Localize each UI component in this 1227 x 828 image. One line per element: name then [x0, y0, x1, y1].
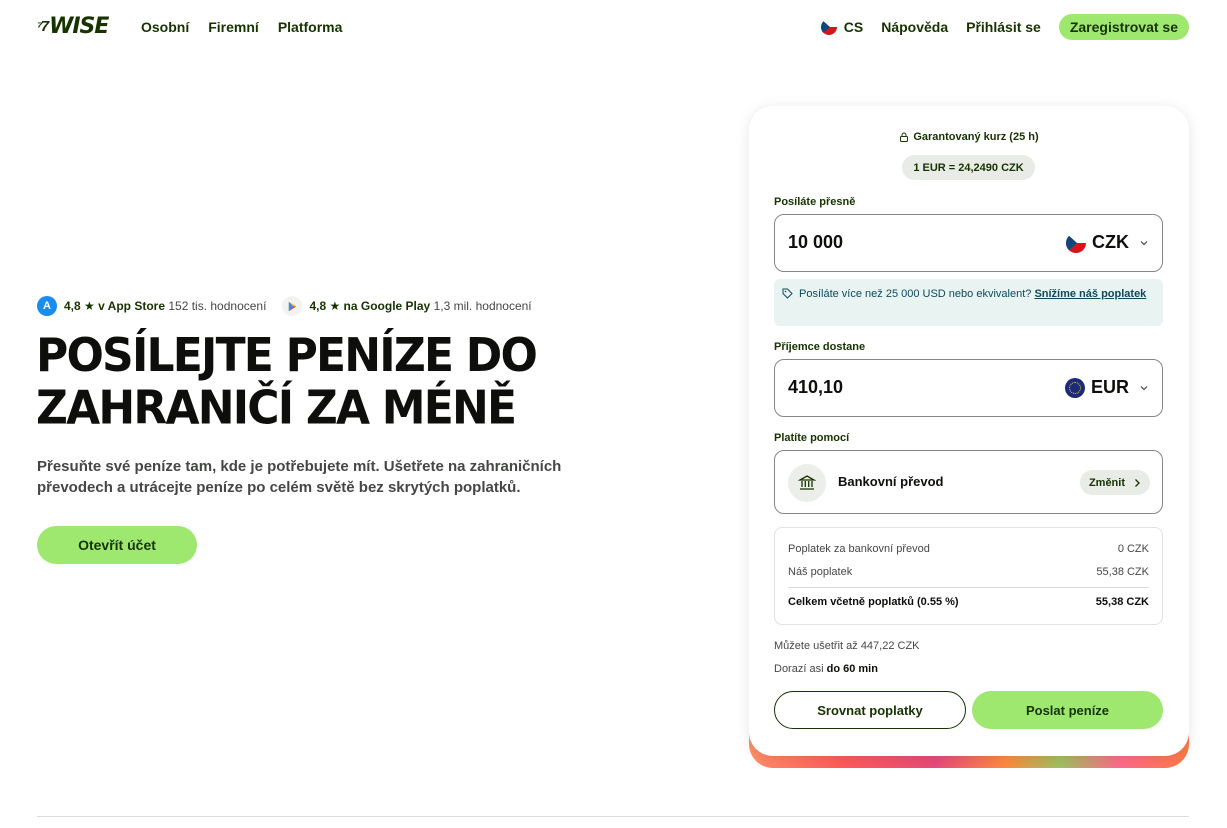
hero-title: POSÍLEJTE PENÍZE DO ZAHRANIČÍ ZA MÉNĚ [36, 328, 538, 435]
login-link[interactable]: Přihlásit se [966, 19, 1041, 35]
googleplay-rating[interactable]: 4,8 ★ na Google Play 1,3 mil. hodnocení [282, 296, 532, 316]
google-play-icon [282, 296, 303, 316]
guaranteed-rate-label: Garantovaný kurz (25 h) [749, 131, 1189, 143]
payment-method-value: Bankovní převod [838, 474, 944, 489]
fee-row: Náš poplatek 55,38 CZK [788, 566, 1149, 578]
savings-text: Můžete ušetřit až 447,22 CZK [774, 640, 920, 652]
lock-icon [900, 132, 909, 142]
guaranteed-rate-text: Garantovaný kurz (25 h) [913, 131, 1039, 143]
section-divider [37, 816, 1189, 817]
chevron-right-icon [1135, 478, 1140, 487]
appstore-rating-count: 152 tis. hodnocení [168, 299, 267, 313]
help-link[interactable]: Nápověda [881, 19, 948, 35]
transfer-calculator: Garantovaný kurz (25 h) 1 EUR = 24,2490 … [749, 106, 1189, 756]
fee-label: Poplatek za bankovní převod [788, 543, 930, 555]
app-ratings: A 4,8 ★ v App Store 152 tis. hodnocení 4… [37, 296, 548, 316]
nav-item-platforma[interactable]: Platforma [278, 19, 343, 35]
fee-total-label: Celkem včetně poplatků (0.55 %) [788, 596, 959, 608]
large-transfer-notice: Posíláte více než 25 000 USD nebo ekviva… [774, 279, 1163, 326]
language-code: CS [843, 19, 864, 35]
send-currency-selector[interactable]: CZK [1066, 232, 1149, 253]
nav-item-osobni[interactable]: Osobní [141, 19, 189, 35]
wise-logo-text: WISE [49, 13, 109, 39]
open-account-button[interactable]: Otevřít účet [37, 526, 197, 564]
send-amount-label: Posíláte přesně [774, 196, 856, 208]
bank-icon [788, 464, 826, 502]
appstore-rating[interactable]: A 4,8 ★ v App Store 152 tis. hodnocení [37, 296, 266, 316]
receive-amount-input[interactable]: 410,10 [788, 377, 843, 398]
receive-amount-field[interactable]: 410,10 EUR [774, 359, 1163, 417]
chevron-down-icon [1140, 385, 1148, 390]
notice-text: Posíláte více než 25 000 USD nebo ekviva… [799, 288, 1032, 300]
compare-fees-button[interactable]: Srovnat poplatky [774, 691, 966, 729]
main-nav: Osobní Firemní Platforma [141, 19, 342, 35]
fee-row: Poplatek za bankovní převod 0 CZK [788, 543, 1149, 555]
register-button[interactable]: Zaregistrovat se [1058, 14, 1189, 40]
eu-flag-icon [1064, 377, 1085, 398]
change-payment-button[interactable]: Změnit [1079, 470, 1150, 495]
receive-currency-selector[interactable]: EUR [1064, 377, 1149, 398]
wise-logo[interactable]: ⁷7 WISE [37, 13, 109, 39]
header-actions: CS Nápověda Přihlásit se Zaregistrovat s… [820, 14, 1189, 40]
payment-method-field[interactable]: Bankovní převod Změnit [774, 450, 1163, 514]
fee-breakdown: Poplatek za bankovní převod 0 CZK Náš po… [774, 527, 1163, 625]
fee-total-row: Celkem včetně poplatků (0.55 %) 55,38 CZ… [788, 596, 1149, 608]
fee-divider [788, 587, 1149, 588]
payment-method-label: Platíte pomocí [774, 432, 850, 444]
arrival-estimate: Dorazí asi do 60 min [774, 663, 878, 675]
language-selector[interactable]: CS [820, 19, 864, 35]
googleplay-rating-count: 1,3 mil. hodnocení [433, 299, 532, 313]
googleplay-rating-value: 4,8 ★ na Google Play [309, 299, 431, 313]
czech-flag-icon [820, 19, 837, 35]
exchange-rate-pill[interactable]: 1 EUR = 24,2490 CZK [902, 155, 1035, 180]
fee-total-value: 55,38 CZK [1095, 596, 1149, 608]
appstore-rating-value: 4,8 ★ v App Store [64, 299, 166, 313]
fee-label: Náš poplatek [788, 566, 853, 578]
reduce-fee-link[interactable]: Snížíme náš poplatek [1034, 288, 1146, 300]
czech-flag-icon [1066, 232, 1086, 253]
app-store-icon: A [37, 296, 57, 316]
site-header: ⁷7 WISE Osobní Firemní Platforma CS Nápo… [0, 0, 1227, 56]
send-amount-field[interactable]: 10 000 CZK [774, 214, 1163, 272]
send-currency-code: CZK [1092, 232, 1129, 252]
eta-value: do 60 min [826, 663, 878, 675]
send-money-button[interactable]: Poslat peníze [972, 691, 1163, 729]
nav-item-firemni[interactable]: Firemní [208, 19, 259, 35]
fee-value: 55,38 CZK [1096, 566, 1149, 578]
wise-logo-mark: ⁷7 [37, 17, 49, 35]
fee-value: 0 CZK [1117, 543, 1149, 555]
receive-amount-label: Příjemce dostane [774, 341, 866, 353]
receive-currency-code: EUR [1090, 377, 1129, 397]
change-payment-label: Změnit [1088, 476, 1125, 489]
send-amount-input[interactable]: 10 000 [788, 232, 843, 253]
tag-icon [782, 288, 793, 299]
eta-prefix: Dorazí asi [774, 663, 824, 675]
chevron-down-icon [1140, 240, 1148, 245]
hero-subtitle: Přesuňte své peníze tam, kde je potřebuj… [37, 458, 562, 496]
